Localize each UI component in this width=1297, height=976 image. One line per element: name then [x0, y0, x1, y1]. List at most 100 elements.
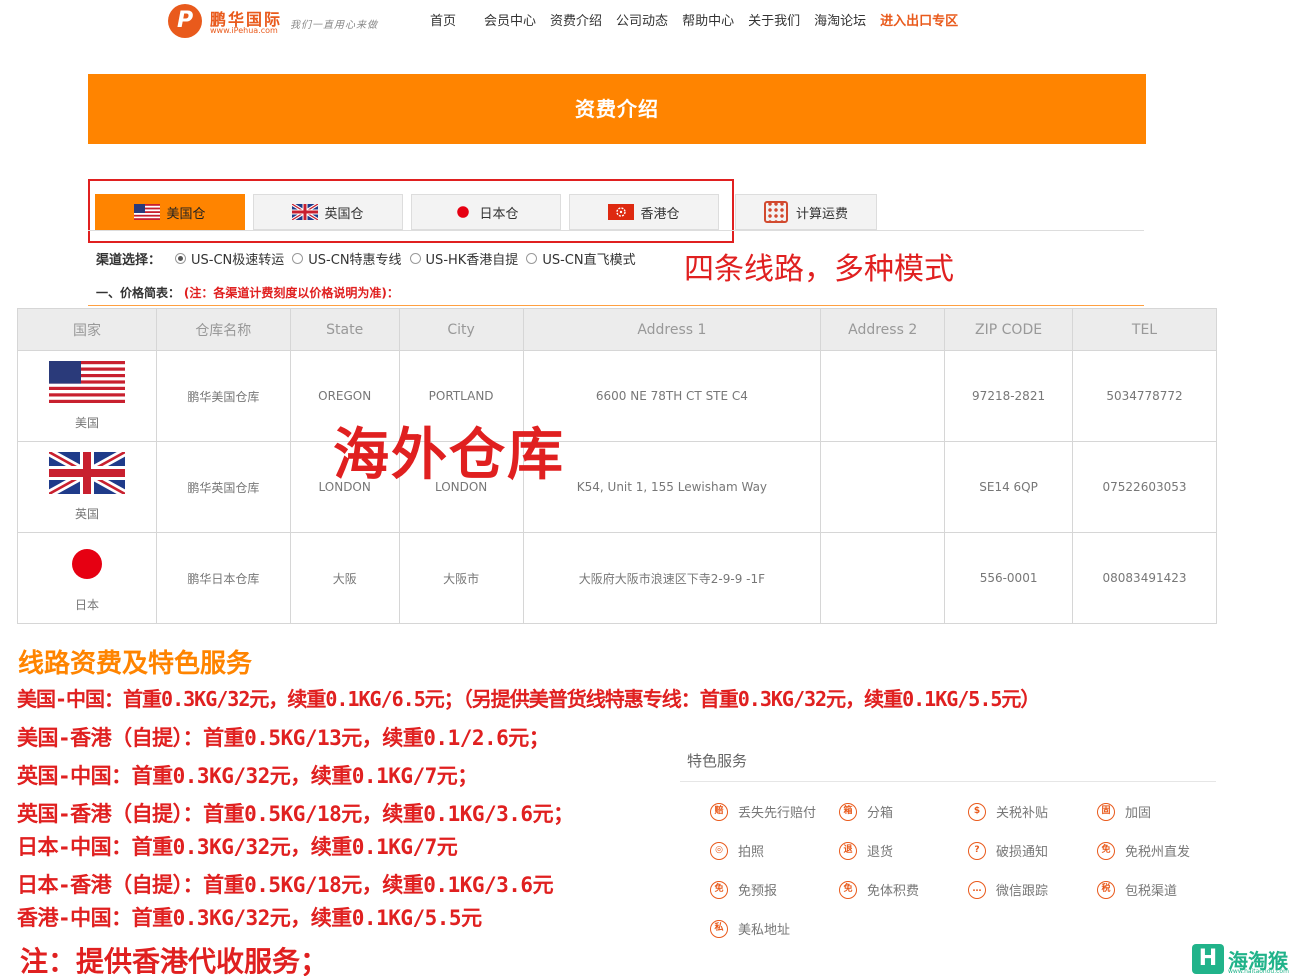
hk-flag-icon	[608, 204, 635, 220]
channel-radio-4[interactable]	[526, 253, 538, 264]
address1-cell: 6600 NE 78TH CT STE C4	[522, 350, 822, 442]
logo-slogan: 我们一直用心来做	[290, 20, 378, 31]
wechat-tracking-icon: …	[968, 880, 986, 899]
service-label: 破损通知	[996, 845, 1049, 860]
service-item: 免 免体积费	[839, 880, 919, 899]
price-summary-note: (注：各渠道计费刻度以价格说明为准)：	[183, 286, 399, 300]
channel-option-label[interactable]: US-HK香港自提	[426, 249, 519, 268]
channel-selector: 渠道选择： US-CN极速转运 US-CN特惠专线 US-HK香港自提 US-C…	[96, 249, 636, 268]
col-header: 仓库名称	[155, 308, 291, 351]
watermark-mark-icon: H	[1192, 944, 1224, 974]
logo-mark-icon: P	[168, 4, 202, 38]
service-label: 美私地址	[738, 923, 791, 938]
tel-cell: 5034778772	[1072, 350, 1217, 442]
address1-cell: 大阪府大阪市浪速区下寺2-9-9 -1F	[522, 532, 822, 624]
nav-pricing[interactable]: 资费介绍	[550, 10, 602, 29]
nav-news[interactable]: 公司动态	[616, 10, 668, 29]
address1-cell: K54, Unit 1, 155 Lewisham Way	[522, 441, 822, 533]
col-header: 国家	[17, 308, 157, 351]
site-logo[interactable]: P 鹏华国际 www.iPehua.com 我们一直用心来做	[168, 4, 408, 38]
tab-label: 美国仓	[166, 206, 206, 222]
country-name: 美国	[74, 416, 99, 430]
tax-subsidy-icon: $	[968, 802, 986, 821]
price-summary-heading: 一、价格简表： (注：各渠道计费刻度以价格说明为准)：	[96, 284, 399, 301]
service-item: 免 免预报	[710, 880, 777, 899]
tab-hk-warehouse[interactable]: 香港仓	[569, 194, 719, 230]
logo-url: www.iPehua.com	[210, 26, 278, 35]
tel-cell: 07522603053	[1072, 441, 1217, 533]
service-label: 关税补贴	[996, 806, 1049, 821]
damage-notice-icon: ?	[968, 841, 986, 860]
tab-us-warehouse[interactable]: 美国仓	[95, 194, 245, 230]
service-item: 固 加固	[1097, 802, 1151, 821]
warehouse-name-cell: 鹏华英国仓库	[155, 441, 291, 533]
channel-option-label[interactable]: US-CN直飞模式	[542, 249, 635, 268]
price-line: 日本-中国：首重0.3KG/32元，续重0.1KG/7元	[17, 835, 458, 859]
price-summary-label: 一、价格简表：	[96, 286, 181, 300]
service-label: 退货	[867, 845, 894, 860]
tab-uk-warehouse[interactable]: 英国仓	[253, 194, 403, 230]
channel-radio-2[interactable]	[292, 253, 304, 264]
tab-label: 香港仓	[640, 206, 680, 222]
service-label: 分箱	[867, 806, 894, 821]
nav-export-zone[interactable]: 进入出口专区	[880, 10, 958, 29]
channel-option-label[interactable]: US-CN特惠专线	[308, 249, 401, 268]
watermark-logo: H 海淘猴 www.haitaohou.com	[1192, 942, 1289, 976]
channel-label: 渠道选择：	[96, 253, 162, 268]
price-line: 英国-香港（自提）：首重0.5KG/18元，续重0.1KG/3.6元；	[17, 802, 574, 826]
nav-member-center[interactable]: 会员中心	[484, 10, 536, 29]
services-divider	[680, 781, 1216, 782]
col-header: Address 2	[820, 308, 946, 351]
us-flag-icon	[48, 361, 125, 403]
jp-flag-icon	[48, 543, 125, 585]
price-line: 美国-香港（自提）：首重0.5KG/13元，续重0.1/2.6元；	[17, 726, 550, 750]
country-name: 日本	[74, 598, 99, 612]
warehouse-annotation: 海外仓库	[333, 423, 565, 488]
table-header-row: 国家 仓库名称 State City Address 1 Address 2 Z…	[17, 308, 1217, 351]
calculator-icon	[763, 201, 788, 223]
service-item: ? 破损通知	[968, 841, 1048, 860]
country-name: 英国	[74, 507, 99, 521]
return-icon: 退	[839, 841, 857, 860]
table-row: 日本 鹏华日本仓库 大阪 大阪市 大阪府大阪市浪速区下寺2-9-9 -1F 55…	[17, 532, 1217, 624]
service-label: 微信跟踪	[996, 884, 1049, 899]
col-header: City	[398, 308, 524, 351]
service-item: 箱 分箱	[839, 802, 893, 821]
country-cell: 美国	[17, 350, 157, 442]
site-header: P 鹏华国际 www.iPehua.com 我们一直用心来做 首页 会员中心 资…	[0, 0, 1297, 40]
camera-icon: ◎	[710, 841, 728, 860]
tab-jp-warehouse[interactable]: 日本仓	[411, 194, 561, 230]
service-item: 赔 丢失先行赔付	[710, 802, 816, 821]
warehouse-name-cell: 鹏华美国仓库	[155, 350, 291, 442]
summary-divider	[88, 305, 1144, 306]
channel-option-label[interactable]: US-CN极速转运	[191, 249, 284, 268]
nav-forum[interactable]: 海淘论坛	[814, 10, 866, 29]
private-address-icon: 私	[710, 919, 728, 938]
col-header: ZIP CODE	[944, 308, 1074, 351]
service-item: 税 包税渠道	[1097, 880, 1177, 899]
tab-calculate-shipping[interactable]: 计算运费	[735, 194, 877, 230]
address2-cell	[820, 441, 946, 533]
price-line: 日本-香港（自提）：首重0.5KG/18元，续重0.1KG/3.6元	[17, 873, 554, 897]
address2-cell	[820, 532, 946, 624]
jp-flag-icon	[457, 206, 470, 218]
compensation-icon: 赔	[710, 802, 728, 821]
warehouse-table: 国家 仓库名称 State City Address 1 Address 2 Z…	[17, 308, 1217, 624]
tel-cell: 08083491423	[1072, 532, 1217, 624]
price-line: 香港-中国：首重0.3KG/32元，续重0.1KG/5.5元	[17, 906, 482, 930]
price-line: 英国-中国：首重0.3KG/32元，续重0.1KG/7元；	[17, 764, 478, 788]
channel-radio-1[interactable]	[175, 253, 187, 264]
channel-radio-3[interactable]	[409, 253, 421, 264]
pricing-section-title: 线路资费及特色服务	[18, 649, 253, 679]
nav-home[interactable]: 首页	[430, 10, 456, 29]
nav-help[interactable]: 帮助中心	[682, 10, 734, 29]
tab-label: 计算运费	[795, 206, 848, 222]
nav-about[interactable]: 关于我们	[748, 10, 800, 29]
table-row: 英国 鹏华英国仓库 LONDON LONDON K54, Unit 1, 155…	[17, 441, 1217, 533]
reinforce-icon: 固	[1097, 802, 1115, 821]
service-item: $ 关税补贴	[968, 802, 1048, 821]
zip-cell: 97218-2821	[944, 350, 1074, 442]
service-label: 拍照	[738, 845, 765, 860]
service-label: 免体积费	[867, 884, 920, 899]
service-label: 加固	[1125, 806, 1152, 821]
